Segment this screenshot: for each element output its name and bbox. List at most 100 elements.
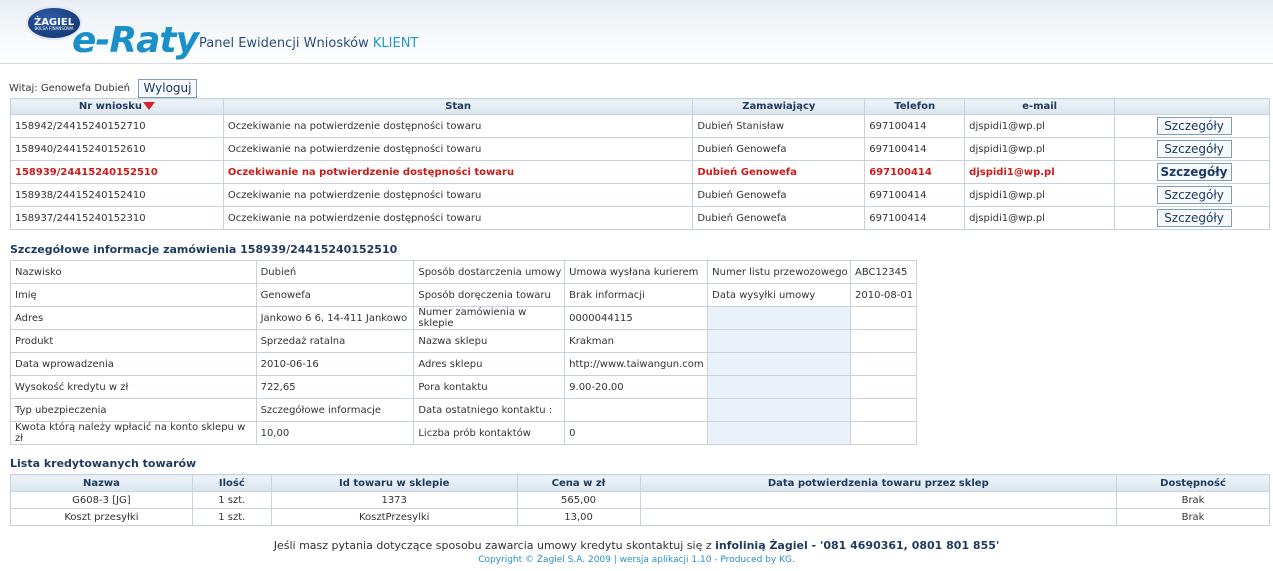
table-row-selected[interactable]: 158939/24415240152510 Oczekiwanie na pot…: [10, 160, 1270, 184]
column-header-actions: [1114, 98, 1270, 115]
empty-cell: [707, 421, 851, 445]
details-button[interactable]: Szczegóły: [1156, 117, 1232, 135]
cell-stan: Oczekiwanie na potwierdzenie dostępności…: [222, 183, 694, 207]
empty-cell: [849, 398, 918, 422]
empty-cell: [849, 306, 918, 330]
detail-value: 722,65: [255, 375, 415, 399]
column-header-cena: Cena w zł: [516, 474, 641, 492]
cell-data-potwierdzenia: [639, 508, 1118, 526]
cell-nr: 158940/24415240152610: [10, 137, 224, 161]
cell-nr: 158937/24415240152310: [10, 206, 224, 230]
column-header-email: e-mail: [964, 98, 1116, 115]
shop-url-link[interactable]: http://www.taiwangun.com: [564, 352, 709, 376]
cell-id-towaru: KosztPrzesylki: [270, 508, 518, 526]
column-header-ilosc: Ilość: [191, 474, 272, 492]
cell-stan: Oczekiwanie na potwierdzenie dostępności…: [222, 137, 694, 161]
details-section-title: Szczegółowe informacje zamówienia 158939…: [10, 243, 398, 256]
column-header-stan: Stan: [222, 98, 694, 115]
footer-contact: Jeśli masz pytania dotyczące sposobu zaw…: [0, 539, 1273, 552]
detail-label: Data wysyłki umowy: [707, 283, 851, 307]
empty-cell: [707, 352, 851, 376]
detail-label: Pora kontaktu: [413, 375, 566, 399]
detail-label: Produkt: [10, 329, 257, 353]
detail-value: 2010-06-16: [255, 352, 415, 376]
details-row: Adres Jankowo 6 6, 14-411 Jankowo Numer …: [10, 306, 918, 330]
cell-zamawiajacy: Dubień Genowefa: [692, 160, 866, 184]
details-row: Data wprowadzenia 2010-06-16 Adres sklep…: [10, 352, 918, 376]
insurance-details-link[interactable]: Szczegółowe informacje: [255, 398, 415, 422]
table-row[interactable]: 158940/24415240152610 Oczekiwanie na pot…: [10, 137, 1270, 161]
column-header-dostepnosc: Dostępność: [1116, 474, 1270, 492]
column-header-nr-wniosku[interactable]: Nr wniosku: [10, 98, 224, 115]
detail-label: Typ ubezpieczenia: [10, 398, 257, 422]
order-details-table: Nazwisko Dubień Sposób dostarczenia umow…: [10, 260, 918, 445]
cell-cena: 565,00: [516, 491, 641, 509]
cell-id-towaru: 1373: [270, 491, 518, 509]
empty-cell: [707, 375, 851, 399]
cell-nazwa: Koszt przesyłki: [10, 508, 193, 526]
details-button[interactable]: Szczegóły: [1156, 140, 1232, 158]
sort-desc-icon: [143, 102, 156, 110]
detail-label: Liczba prób kontaktów: [413, 421, 566, 445]
details-row: Imię Genowefa Sposób doręczenia towaru B…: [10, 283, 918, 307]
table-row[interactable]: 158937/24415240152310 Oczekiwanie na pot…: [10, 206, 1270, 230]
detail-value: [564, 398, 709, 422]
cell-actions: Szczegóły: [1114, 137, 1270, 161]
cell-telefon: 697100414: [864, 137, 966, 161]
cell-email: djspidi1@wp.pl: [964, 183, 1116, 207]
orders-table: Nr wniosku Stan Zamawiający Telefon e-ma…: [10, 98, 1270, 230]
detail-value: 0000044115: [564, 306, 709, 330]
detail-label: Data wprowadzenia: [10, 352, 257, 376]
cell-zamawiajacy: Dubień Stanisław: [692, 114, 866, 138]
table-row: G608-3 [JG] 1 szt. 1373 565,00 Brak: [10, 491, 1270, 509]
detail-value: 0: [564, 421, 709, 445]
detail-label: Sposób doręczenia towaru: [413, 283, 566, 307]
details-button[interactable]: Szczegóły: [1156, 209, 1232, 227]
table-row[interactable]: 158938/24415240152410 Oczekiwanie na pot…: [10, 183, 1270, 207]
cell-email: djspidi1@wp.pl: [964, 137, 1116, 161]
cell-zamawiajacy: Dubień Genowefa: [692, 206, 866, 230]
goods-header-row: Nazwa Ilość Id towaru w sklepie Cena w z…: [10, 474, 1270, 492]
column-header-id-towaru: Id towaru w sklepie: [270, 474, 518, 492]
detail-label: Adres sklepu: [413, 352, 566, 376]
detail-value: Sprzedaż ratalna: [255, 329, 415, 353]
cell-nr: 158942/24415240152710: [10, 114, 224, 138]
detail-value: Dubień: [255, 260, 415, 284]
details-row: Typ ubezpieczenia Szczegółowe informacje…: [10, 398, 918, 422]
brand-name: e-Raty: [72, 20, 199, 61]
empty-cell: [707, 306, 851, 330]
cell-email: djspidi1@wp.pl: [964, 206, 1116, 230]
cell-cena: 13,00: [516, 508, 641, 526]
footer-contact-text: Jeśli masz pytania dotyczące sposobu zaw…: [273, 539, 712, 552]
detail-value: 9.00-20.00: [564, 375, 709, 399]
details-row: Produkt Sprzedaż ratalna Nazwa sklepu Kr…: [10, 329, 918, 353]
table-row: Koszt przesyłki 1 szt. KosztPrzesylki 13…: [10, 508, 1270, 526]
cell-zamawiajacy: Dubień Genowefa: [692, 137, 866, 161]
cell-actions: Szczegóły: [1114, 160, 1270, 184]
detail-label: Sposób dostarczenia umowy: [413, 260, 566, 284]
detail-label: Imię: [10, 283, 257, 307]
empty-cell: [707, 329, 851, 353]
cell-zamawiajacy: Dubień Genowefa: [692, 183, 866, 207]
logout-button[interactable]: Wyloguj: [138, 79, 197, 98]
cell-nr: 158938/24415240152410: [10, 183, 224, 207]
cell-ilosc: 1 szt.: [191, 491, 272, 509]
empty-cell: [849, 352, 918, 376]
empty-cell: [707, 398, 851, 422]
details-button[interactable]: Szczegóły: [1156, 186, 1232, 204]
cell-actions: Szczegóły: [1114, 206, 1270, 230]
footer-hotline: infolinią Żagiel - '081 4690361, 0801 80…: [715, 539, 1000, 552]
empty-cell: [849, 421, 918, 445]
column-header-nazwa: Nazwa: [10, 474, 193, 492]
detail-label: Numer zamówienia w sklepie: [413, 306, 566, 330]
detail-label: Nazwisko: [10, 260, 257, 284]
column-header-data-potwierdzenia: Data potwierdzenia towaru przez sklep: [639, 474, 1118, 492]
cell-telefon: 697100414: [864, 206, 966, 230]
details-button[interactable]: Szczegóły: [1156, 163, 1232, 181]
detail-label: Data ostatniego kontaktu :: [413, 398, 566, 422]
detail-value: Brak informacji: [564, 283, 709, 307]
cell-telefon: 697100414: [864, 183, 966, 207]
table-row[interactable]: 158942/24415240152710 Oczekiwanie na pot…: [10, 114, 1270, 138]
detail-label: Numer listu przewozowego: [707, 260, 851, 284]
cell-actions: Szczegóły: [1114, 183, 1270, 207]
